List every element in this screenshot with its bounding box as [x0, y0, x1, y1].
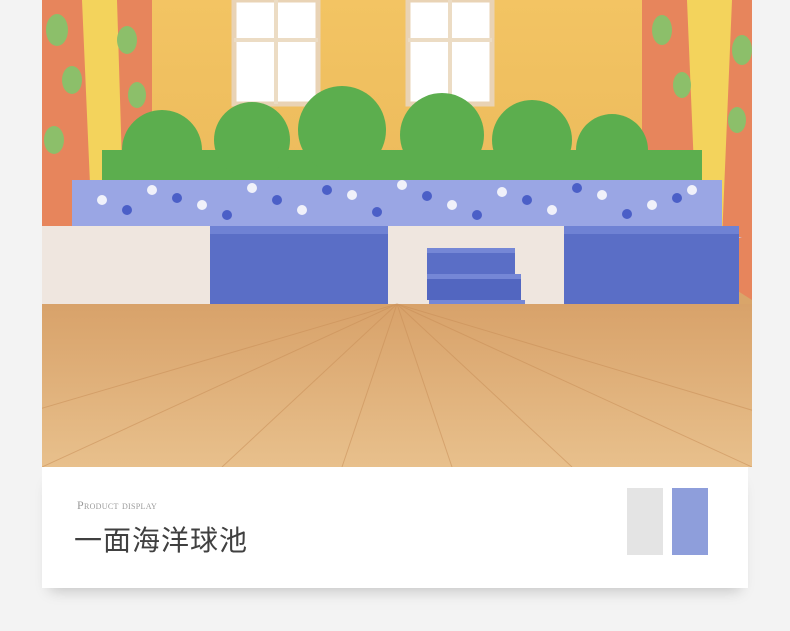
wood-floor — [42, 304, 752, 467]
color-swatch-light-gray[interactable] — [627, 488, 663, 555]
foam-blocks — [42, 226, 739, 304]
color-swatch-periwinkle-blue[interactable] — [672, 488, 708, 555]
ball-pile — [72, 180, 722, 228]
window-left — [231, 0, 321, 107]
section-subtitle: Product display — [77, 498, 158, 512]
product-info-card: Product display 一面海洋球池 — [42, 467, 748, 588]
product-photo — [42, 0, 752, 467]
product-title: 一面海洋球池 — [74, 524, 249, 557]
window-right — [405, 0, 495, 107]
product-display-page: Product display 一面海洋球池 — [0, 0, 790, 631]
